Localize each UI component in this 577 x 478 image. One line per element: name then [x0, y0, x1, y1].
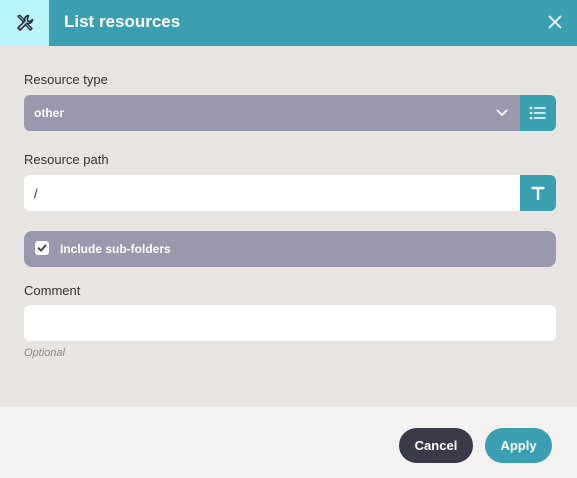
comment-input[interactable] — [24, 305, 556, 341]
dialog-title: List resources — [64, 12, 181, 31]
resource-type-list-button[interactable] — [520, 95, 556, 131]
resource-type-value: other — [34, 106, 64, 120]
cancel-button[interactable]: Cancel — [399, 428, 473, 463]
resource-path-input[interactable] — [24, 175, 521, 211]
text-type-icon — [531, 186, 545, 200]
dialog-footer: Cancel Apply — [0, 407, 577, 478]
list-icon — [529, 106, 546, 120]
apply-button[interactable]: Apply — [485, 428, 552, 463]
close-icon — [548, 15, 562, 29]
comment-field-wrapper — [24, 305, 556, 341]
resource-path-field-wrapper — [24, 175, 521, 211]
checkbox-box[interactable] — [35, 241, 49, 255]
header-icon-container — [0, 0, 49, 46]
checkmark-icon — [37, 244, 47, 252]
include-subfolders-label: Include sub-folders — [60, 242, 171, 256]
comment-hint: Optional — [24, 347, 65, 359]
include-subfolders-checkbox[interactable]: Include sub-folders — [24, 231, 556, 267]
tools-icon — [16, 14, 33, 31]
comment-label: Comment — [24, 283, 81, 298]
dialog-header: List resources — [0, 0, 577, 46]
resource-path-text-button[interactable] — [520, 175, 556, 211]
close-button[interactable] — [545, 11, 565, 33]
resource-path-label: Resource path — [24, 152, 109, 167]
chevron-down-icon — [496, 109, 508, 116]
resource-type-select[interactable]: other — [24, 95, 521, 131]
resource-type-label: Resource type — [24, 72, 108, 87]
